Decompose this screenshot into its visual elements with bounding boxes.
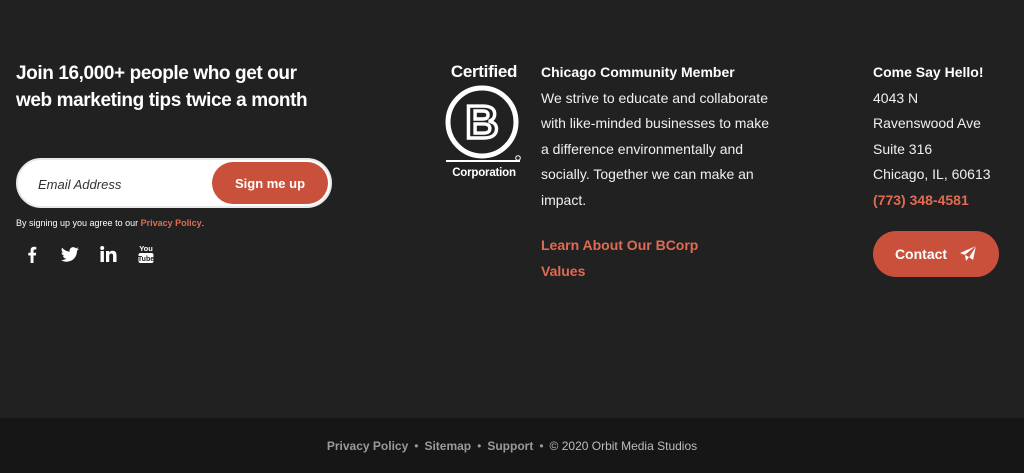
svg-text:You: You (139, 244, 153, 253)
copyright-text: © 2020 Orbit Media Studios (549, 438, 698, 453)
bcorp-b-icon: B (445, 85, 521, 164)
youtube-icon[interactable]: You Tube (136, 244, 156, 264)
bcorp-learn-link[interactable]: Learn About Our BCorp Values (541, 233, 741, 284)
contact-button-label: Contact (894, 246, 948, 262)
separator: • (414, 438, 419, 453)
email-input[interactable] (38, 172, 208, 196)
address-line-3: Suite 316 (873, 140, 933, 157)
sign-me-up-button[interactable]: Sign me up (212, 162, 328, 204)
footer-privacy-link[interactable]: Privacy Policy (327, 439, 408, 453)
newsletter-form: Sign me up (16, 158, 332, 208)
footer-sitemap-link[interactable]: Sitemap (424, 439, 471, 453)
paper-plane-icon (960, 245, 977, 261)
svg-text:Tube: Tube (138, 256, 154, 263)
privacy-agreement-text: By signing up you agree to our Privacy P… (16, 218, 205, 228)
footer-main: Join 16,000+ people who get our web mark… (0, 0, 1024, 418)
svg-text:B: B (465, 96, 498, 148)
bottom-bar: Privacy Policy • Sitemap • Support • © 2… (0, 418, 1024, 473)
contact-title: Come Say Hello! (873, 64, 984, 80)
newsletter-headline: Join 16,000+ people who get our web mark… (16, 63, 308, 111)
bcorp-title: Chicago Community Member (541, 64, 735, 80)
social-links: You Tube (16, 244, 346, 264)
bcorp-section: Chicago Community Member We strive to ed… (541, 60, 771, 284)
bcorp-logo: Certified B Corporation (444, 62, 524, 196)
phone-link[interactable]: (773) 348-4581 (873, 188, 1013, 214)
privacy-policy-link[interactable]: Privacy Policy (141, 218, 202, 228)
twitter-icon[interactable] (60, 244, 80, 264)
contact-section: Come Say Hello! 4043 N Ravenswood Ave Su… (873, 60, 1013, 277)
separator: • (477, 438, 482, 453)
address-line-4: Chicago, IL, 60613 (873, 166, 991, 182)
linkedin-icon[interactable] (98, 244, 118, 264)
address-line-1: 4043 N (873, 89, 919, 106)
contact-button[interactable]: Contact (873, 231, 999, 277)
address-line-2: Ravenswood Ave (873, 115, 981, 131)
separator: • (539, 438, 544, 453)
facebook-icon[interactable] (22, 244, 42, 264)
newsletter-section: Join 16,000+ people who get our web mark… (16, 60, 346, 264)
bcorp-corporation-label: Corporation (452, 167, 516, 179)
bcorp-description: We strive to educate and collaborate wit… (541, 89, 769, 208)
bcorp-certified-label: Certified (450, 62, 518, 81)
footer-support-link[interactable]: Support (487, 439, 533, 453)
